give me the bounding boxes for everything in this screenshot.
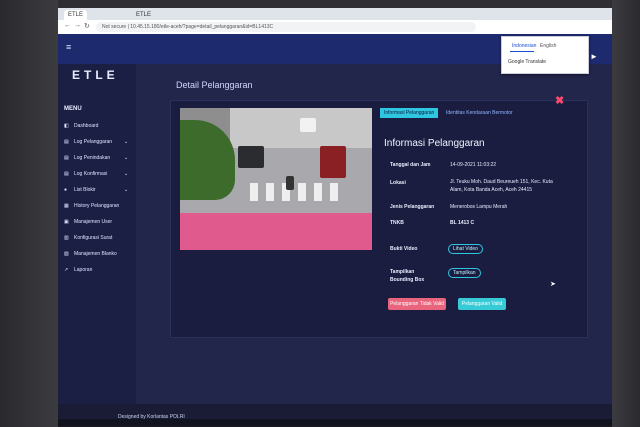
field-value: 14-09-2021 11:03:22 — [450, 162, 497, 168]
monitor-bezel-top — [0, 0, 640, 8]
sidebar-item[interactable]: ▤ Log Pelanggaran ⌄ — [58, 136, 136, 148]
photo-tree — [180, 120, 235, 200]
photo-car — [320, 146, 346, 178]
tnkb-value: BL 1413 C — [450, 220, 475, 226]
photo-car — [300, 118, 316, 132]
sidebar-item-label: Manajemen Blanko — [74, 251, 117, 257]
field-label: Tanggal dan Jam — [390, 162, 431, 168]
chevron-down-icon: ⌄ — [124, 171, 129, 177]
sidebar-item-label: Manajemen User — [74, 219, 113, 225]
url-field[interactable]: Not secure | 10.45.15.180/etle-aceh/?pag… — [96, 22, 476, 32]
os-taskbar — [58, 419, 612, 426]
mouse-cursor-icon: ➤ — [550, 281, 556, 288]
chevron-down-icon: ⌄ — [124, 187, 129, 193]
forward-icon[interactable]: → — [74, 22, 81, 29]
sidebar-item[interactable]: ◧ Dashboard — [58, 120, 136, 132]
sidebar-item[interactable]: ▦ History Pelanggaran — [58, 200, 136, 212]
sidebar-item-label: Log Pelanggaran — [74, 139, 113, 145]
photo-car — [238, 146, 264, 168]
valid-button[interactable]: Pelanggaran Valid — [458, 298, 506, 310]
photo-zebra — [250, 183, 258, 201]
lang-english[interactable]: English — [540, 43, 556, 49]
google-translate-option[interactable]: Google Translate — [508, 59, 546, 65]
chart-icon: ↗ — [64, 267, 69, 273]
photo-zebra — [314, 183, 322, 201]
log-icon: ▤ — [64, 171, 69, 177]
lang-indonesian[interactable]: Indonesian — [512, 43, 536, 49]
hamburger-icon[interactable]: ≡ — [66, 42, 71, 52]
view-video-button[interactable]: Lihat Video — [448, 244, 483, 254]
sidebar-item[interactable]: ▤ Log Penindakan ⌄ — [58, 152, 136, 164]
sidebar-item-label: Dashboard — [74, 123, 99, 129]
sidebar-item-label: Log Penindakan — [74, 155, 111, 161]
arrow-right-icon[interactable]: ► — [590, 52, 598, 61]
page-title: Detail Pelanggaran — [176, 80, 253, 90]
browser-tab[interactable]: ETLE — [132, 10, 155, 20]
photo-zebra — [330, 183, 338, 201]
sidebar-item-label: List Blokir — [74, 187, 96, 193]
photo-zebra — [266, 183, 274, 201]
sidebar-item[interactable]: ▥ Konfigurasi Surat — [58, 232, 136, 244]
field-label: Bukti Video — [390, 246, 418, 252]
dashboard-icon: ◧ — [64, 123, 69, 129]
back-icon[interactable]: ← — [64, 22, 71, 29]
show-bounding-box-button[interactable]: Tampilkan — [448, 268, 481, 278]
sidebar-item-label: Laporan — [74, 267, 93, 273]
log-icon: ▤ — [64, 155, 69, 161]
sidebar-item[interactable]: ● List Blokir ⌄ — [58, 184, 136, 196]
field-label: Tampilkan Bounding Box — [390, 269, 425, 283]
list-icon: ● — [64, 187, 68, 193]
history-icon: ▦ — [64, 203, 69, 209]
violation-photo — [180, 108, 372, 250]
browser-tab[interactable]: ETLE — [64, 10, 88, 20]
sidebar-item-label: History Pelanggaran — [74, 203, 120, 209]
sidebar — [58, 64, 136, 426]
close-icon[interactable]: ✖ — [555, 94, 564, 107]
translate-popup: Indonesian English Google Translate — [501, 36, 589, 74]
menu-title: MENU — [64, 106, 82, 112]
tab-identitas[interactable]: Identitas Kendaraan Bermotor — [442, 108, 517, 118]
address-bar: ← → ↻ Not secure | 10.45.15.180/etle-ace… — [58, 20, 612, 35]
brand-logo: ETLE — [72, 68, 119, 82]
lang-underline — [510, 51, 534, 52]
field-label: TNKB — [390, 220, 404, 226]
monitor-bezel-right — [612, 0, 640, 427]
sidebar-item[interactable]: ↗ Laporan — [58, 264, 136, 276]
monitor-bezel-left — [0, 0, 58, 427]
sidebar-item[interactable]: ▤ Log Konfirmasi ⌄ — [58, 168, 136, 180]
photo-bike-lane — [180, 213, 372, 250]
invalid-button[interactable]: Pelanggaran Tidak Valid — [388, 298, 446, 310]
field-label: Jenis Pelanggaran — [390, 204, 435, 210]
field-label: Lokasi — [390, 180, 406, 186]
field-value: Jl. Teuku Moh. Daud Beureueh 151, Kec. K… — [450, 179, 553, 193]
browser-tabbar: ETLE ETLE — [58, 8, 612, 20]
sidebar-item-label: Log Konfirmasi — [74, 171, 108, 177]
config-icon: ▥ — [64, 235, 69, 241]
photo-motorbike — [286, 176, 294, 190]
sidebar-item-label: Konfigurasi Surat — [74, 235, 113, 241]
file-icon: ▧ — [64, 251, 69, 257]
log-icon: ▤ — [64, 139, 69, 145]
sidebar-item[interactable]: ▧ Manajemen Blanko — [58, 248, 136, 260]
reload-icon[interactable]: ↻ — [84, 22, 90, 30]
chevron-down-icon: ⌄ — [124, 139, 129, 145]
photo-zebra — [298, 183, 306, 201]
info-title: Informasi Pelanggaran — [384, 138, 485, 149]
sidebar-item[interactable]: ▣ Manajemen User — [58, 216, 136, 228]
chevron-down-icon: ⌄ — [124, 155, 129, 161]
field-value: Menerobos Lampu Merah — [450, 204, 508, 210]
user-icon: ▣ — [64, 219, 69, 225]
tab-informasi[interactable]: Informasi Pelanggaran — [380, 108, 439, 118]
screen: ETLE ETLE ← → ↻ Not secure | 10.45.15.18… — [58, 8, 612, 426]
